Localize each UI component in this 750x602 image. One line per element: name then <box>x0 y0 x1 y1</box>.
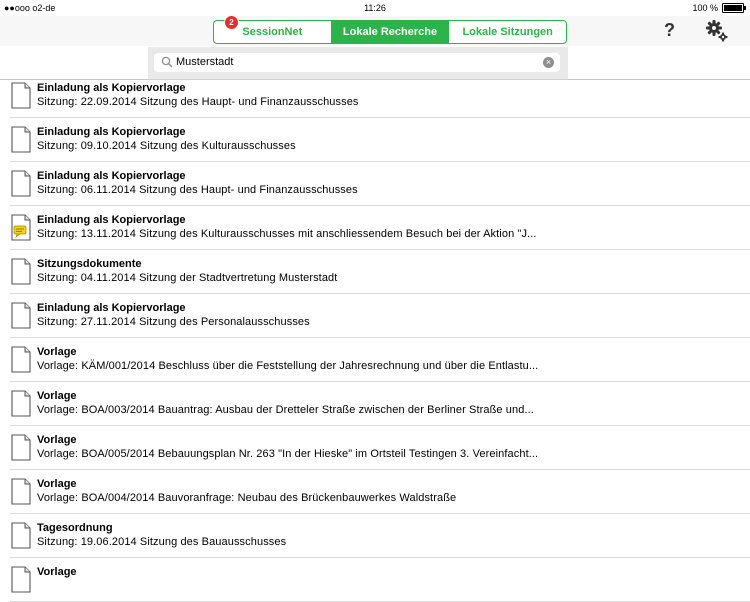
item-subtitle: Sitzung: 22.09.2014 Sitzung des Haupt- u… <box>37 96 359 108</box>
item-subtitle: Vorlage: KÄM/001/2014 Beschluss über die… <box>37 360 539 372</box>
search-field[interactable]: × <box>154 53 560 72</box>
item-subtitle: Sitzung: 27.11.2014 Sitzung des Personal… <box>37 316 310 328</box>
item-subtitle: Vorlage: BOA/005/2014 Bebauungsplan Nr. … <box>37 448 539 460</box>
clear-icon[interactable]: × <box>543 57 554 68</box>
tab-lokale-recherche[interactable]: Lokale Recherche <box>331 21 450 43</box>
list-item[interactable]: Einladung als Kopiervorlage Sitzung: 06.… <box>10 162 750 206</box>
item-subtitle: Vorlage: BOA/003/2014 Bauantrag: Ausbau … <box>37 404 534 416</box>
help-button[interactable]: ? <box>664 20 675 41</box>
list-item[interactable]: Vorlage Vorlage: BOA/004/2014 Bauvoranfr… <box>10 470 750 514</box>
list-item[interactable]: Einladung als Kopiervorlage Sitzung: 09.… <box>10 118 750 162</box>
segmented-control: 2 SessionNet Lokale Recherche Lokale Sit… <box>213 15 567 44</box>
item-title: Einladung als Kopiervorlage <box>37 126 186 138</box>
tab-sessionnet[interactable]: 2 SessionNet <box>214 15 332 43</box>
list-item[interactable]: Vorlage Vorlage: BOA/005/2014 Bebauungsp… <box>10 426 750 470</box>
item-subtitle: Sitzung: 19.06.2014 Sitzung des Bauaussc… <box>37 536 287 548</box>
item-title: Vorlage <box>37 390 77 402</box>
item-title: Vorlage <box>37 434 77 446</box>
list-item[interactable]: Vorlage Vorlage: BOA/003/2014 Bauantrag:… <box>10 382 750 426</box>
item-subtitle: Sitzung: 13.11.2014 Sitzung des Kulturau… <box>37 228 537 240</box>
list-item[interactable]: Tagesordnung Sitzung: 19.06.2014 Sitzung… <box>10 514 750 558</box>
search-bar: × <box>148 47 568 80</box>
list-item[interactable]: Vorlage <box>10 558 750 602</box>
item-subtitle: Vorlage: BOA/004/2014 Bauvoranfrage: Neu… <box>37 492 457 504</box>
item-subtitle: Sitzung: 06.11.2014 Sitzung des Haupt- u… <box>37 184 358 196</box>
tab-label: Lokale Recherche <box>342 26 438 38</box>
battery-percent: 100 % <box>692 3 718 13</box>
item-title: Sitzungsdokumente <box>37 258 142 270</box>
status-bar: ●●ooo o2-de 11:26 100 % <box>0 0 750 16</box>
item-title: Tagesordnung <box>37 522 113 534</box>
results-list: Einladung als Kopiervorlage Sitzung: 22.… <box>0 74 750 602</box>
item-title: Einladung als Kopiervorlage <box>37 170 186 182</box>
list-item[interactable]: Einladung als Kopiervorlage Sitzung: 27.… <box>10 294 750 338</box>
item-title: Vorlage <box>37 478 77 490</box>
item-subtitle: Sitzung: 04.11.2014 Sitzung der Stadtver… <box>37 272 338 284</box>
tab-lokale-sitzungen[interactable]: Lokale Sitzungen <box>449 21 566 43</box>
nav-bar: 2 SessionNet Lokale Recherche Lokale Sit… <box>0 15 750 46</box>
item-title: Vorlage <box>37 346 77 358</box>
item-title: Einladung als Kopiervorlage <box>37 214 186 226</box>
item-title: Einladung als Kopiervorlage <box>37 82 186 94</box>
battery-icon <box>722 3 746 13</box>
search-icon <box>161 56 173 68</box>
item-title: Vorlage <box>37 566 77 578</box>
tab-label: SessionNet <box>242 26 303 38</box>
battery-status: 100 % <box>692 3 746 13</box>
item-title: Einladung als Kopiervorlage <box>37 302 186 314</box>
clock: 11:26 <box>364 3 386 13</box>
item-subtitle: Sitzung: 09.10.2014 Sitzung des Kulturau… <box>37 140 296 152</box>
list-item[interactable]: Einladung als Kopiervorlage Sitzung: 22.… <box>10 74 750 118</box>
notification-badge: 2 <box>224 15 239 30</box>
settings-gear-icon[interactable] <box>704 18 728 42</box>
list-item[interactable]: Einladung als Kopiervorlage Sitzung: 13.… <box>10 206 750 250</box>
list-item[interactable]: Vorlage Vorlage: KÄM/001/2014 Beschluss … <box>10 338 750 382</box>
list-item[interactable]: Sitzungsdokumente Sitzung: 04.11.2014 Si… <box>10 250 750 294</box>
tab-label: Lokale Sitzungen <box>462 26 553 38</box>
search-input[interactable] <box>176 54 536 70</box>
